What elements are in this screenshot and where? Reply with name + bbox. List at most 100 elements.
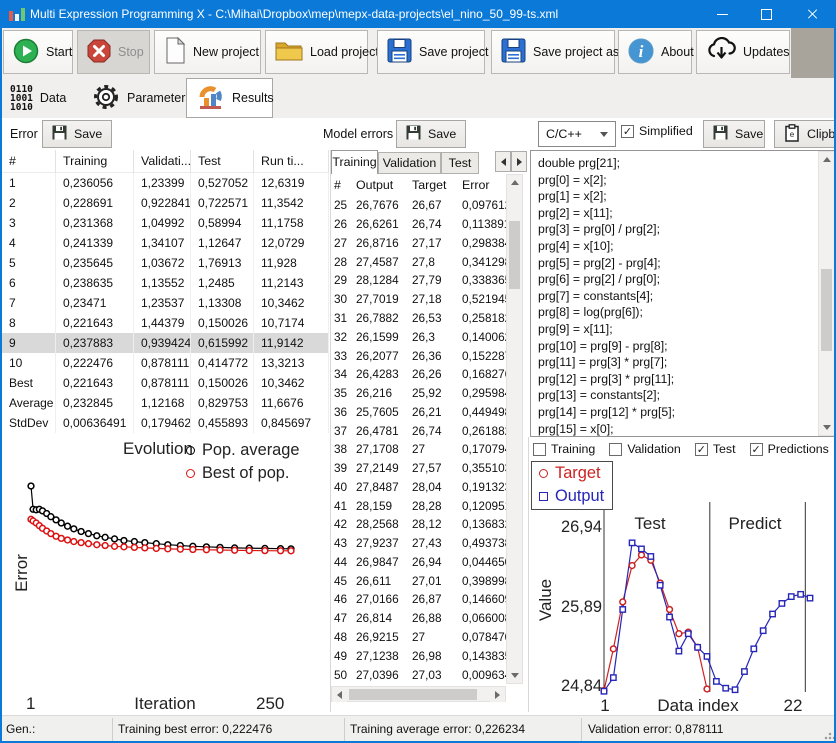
model-table-row[interactable]: 3426,428326,260,168276 <box>334 365 506 384</box>
error-table-row[interactable]: 100,2224760,8781110,41477213,3213 <box>2 353 329 373</box>
error-table-row[interactable]: Average0,2328451,121680,82975311,6676 <box>2 393 329 413</box>
error-table-row[interactable]: 10,2360561,233990,52705212,6319 <box>2 173 329 193</box>
model-table-row[interactable]: 3827,1708270,170794 <box>334 440 506 459</box>
tab-validation[interactable]: Validation <box>378 152 441 174</box>
error-table-row[interactable]: Best0,2216430,8781110,15002610,3462 <box>2 373 329 393</box>
window-border <box>0 28 2 743</box>
clipboard-button[interactable]: e Clipboard <box>774 120 836 148</box>
tab-training[interactable]: Training <box>331 150 378 174</box>
plot-toggle-validation[interactable]: Validation <box>609 442 681 456</box>
scroll-up-button[interactable] <box>819 152 834 167</box>
model-table-row[interactable]: 3526,21625,920,295984 <box>334 384 506 403</box>
prediction-chart: Target Output 26,94 25,89 24,84 Value Te… <box>528 458 836 720</box>
error-table-row[interactable]: 50,2356451,036721,7691311,928 <box>2 253 329 273</box>
vscroll-thumb[interactable] <box>821 269 832 351</box>
model-table-row[interactable]: 3027,701927,180,521945 <box>334 290 506 309</box>
tab-test[interactable]: Test <box>441 152 479 174</box>
close-button[interactable] <box>788 0 836 28</box>
y-tick-2: 24,84 <box>544 677 602 696</box>
scroll-right-button[interactable] <box>490 687 505 702</box>
model-table-row[interactable]: 4927,123826,980,143835 <box>334 646 506 665</box>
new-project-button[interactable]: New project <box>154 30 261 74</box>
hscroll-thumb[interactable] <box>349 689 477 700</box>
scroll-up-button[interactable] <box>507 175 522 190</box>
status-item: Validation error: 0,878111 <box>588 716 723 743</box>
load-project-button[interactable]: Load project <box>265 30 368 74</box>
code-panel[interactable]: double prg[21];prg[0] = x[2];prg[1] = x[… <box>530 150 836 437</box>
model-table-row[interactable]: 4526,61127,010,398998 <box>334 571 506 590</box>
statusbar: Gen.:Training best error: 0,222476Traini… <box>0 715 836 743</box>
model-table-row[interactable]: 4426,984726,940,044650 <box>334 553 506 572</box>
vscroll-thumb[interactable] <box>509 221 520 289</box>
language-select[interactable]: C/C++ <box>538 121 616 147</box>
clipboard-icon: e <box>784 124 800 145</box>
x-tick-max: 22 <box>778 696 808 716</box>
code-line: prg[0] = x[2]; <box>531 172 835 189</box>
model-table-hscrollbar[interactable] <box>331 686 506 702</box>
error-table-body: 10,2360561,233990,52705212,631920,228691… <box>2 173 329 433</box>
results-button[interactable]: Results <box>186 78 273 118</box>
x-axis-label: Data index <box>623 696 773 716</box>
model-table-row[interactable]: 2526,767626,670,097612 <box>334 196 506 215</box>
maximize-button[interactable] <box>744 0 788 28</box>
model-table-row[interactable]: 4826,9215270,078470 <box>334 628 506 647</box>
save-model-errors-button[interactable]: Save <box>396 120 466 148</box>
about-button[interactable]: i About <box>618 30 692 74</box>
evolution-plot <box>0 436 330 721</box>
error-table-row[interactable]: 70,234711,235371,1330810,3462 <box>2 293 329 313</box>
simplified-checkbox[interactable]: Simplified <box>621 124 693 138</box>
tab-scroll-right-button[interactable] <box>511 151 527 172</box>
model-table-row[interactable]: 2626,626126,740,113891 <box>334 215 506 234</box>
model-table-row[interactable]: 5027,039627,030,009634 <box>334 665 506 684</box>
x-tick-min: 1 <box>598 696 612 716</box>
scroll-down-button[interactable] <box>507 668 522 683</box>
model-table-row[interactable]: 2928,128427,790,338365 <box>334 271 506 290</box>
error-table-row[interactable]: 30,2313681,049920,5899411,1758 <box>2 213 329 233</box>
parameters-button[interactable]: Parameters <box>84 79 186 117</box>
tab-scroll-left-button[interactable] <box>495 151 511 172</box>
minimize-button[interactable] <box>700 0 744 28</box>
updates-button[interactable]: Updates <box>696 30 790 74</box>
plot-toggle-training[interactable]: Training <box>533 442 595 456</box>
scroll-left-button[interactable] <box>332 687 347 702</box>
error-table-row[interactable]: 90,2378830,9394240,61599211,9142 <box>2 333 329 353</box>
error-table-row[interactable]: 60,2386351,135521,248511,2143 <box>2 273 329 293</box>
model-table-row[interactable]: 3126,788226,530,258182 <box>334 309 506 328</box>
model-table-vscrollbar[interactable] <box>506 174 523 684</box>
model-table-row[interactable]: 2726,871627,170,298384 <box>334 234 506 253</box>
scroll-down-button[interactable] <box>819 420 834 435</box>
status-separator <box>112 718 113 742</box>
panel-divider[interactable] <box>330 150 331 712</box>
model-table-row[interactable]: 4027,848728,040,191323 <box>334 477 506 496</box>
model-table-row[interactable]: 4228,256828,120,136832 <box>334 515 506 534</box>
plot-toggle-test[interactable]: Test <box>695 442 736 456</box>
plot-toggle-predictions[interactable]: Predictions <box>750 442 829 456</box>
error-table-row[interactable]: StdDev0,006364910,1794620,4558930,845697 <box>2 413 329 433</box>
save-error-button[interactable]: Save <box>42 120 112 148</box>
error-table-row[interactable]: 20,2286910,9228410,72257111,3542 <box>2 193 329 213</box>
model-table-row[interactable]: 4128,15928,280,120951 <box>334 496 506 515</box>
resize-grip[interactable] <box>824 730 834 740</box>
model-table-row[interactable]: 4627,016626,870,146609 <box>334 590 506 609</box>
save-project-button[interactable]: Save project <box>377 30 485 74</box>
error-table-row[interactable]: 80,2216431,443790,15002610,7174 <box>2 313 329 333</box>
model-table-row[interactable]: 2827,458727,80,341298 <box>334 252 506 271</box>
model-table-row[interactable]: 4726,81426,880,066008 <box>334 609 506 628</box>
model-table-header: #OutputTargetError <box>334 174 506 196</box>
save-project-as-button[interactable]: Save project as <box>491 30 615 74</box>
error-table-header: #TrainingValidati...TestRun ti... <box>2 150 329 173</box>
x-axis-label: Iteration <box>95 694 235 714</box>
legend-output: Output <box>539 487 604 506</box>
model-table-row[interactable]: 4327,923727,430,493738 <box>334 534 506 553</box>
model-table-row[interactable]: 3625,760526,210,449498 <box>334 402 506 421</box>
model-table-row[interactable]: 3927,214927,570,355103 <box>334 459 506 478</box>
model-table-row[interactable]: 3226,159926,30,140062 <box>334 327 506 346</box>
save-code-button[interactable]: Save <box>703 120 765 148</box>
code-line: double prg[21]; <box>531 155 835 172</box>
data-button[interactable]: 0110 1001 1010 Data <box>2 79 82 117</box>
error-table-row[interactable]: 40,2413391,341071,1264712,0729 <box>2 233 329 253</box>
start-button[interactable]: Start <box>3 30 73 74</box>
model-table-row[interactable]: 3326,207726,360,152287 <box>334 346 506 365</box>
code-vscrollbar[interactable] <box>818 151 835 436</box>
model-table-row[interactable]: 3726,478126,740,261882 <box>334 421 506 440</box>
